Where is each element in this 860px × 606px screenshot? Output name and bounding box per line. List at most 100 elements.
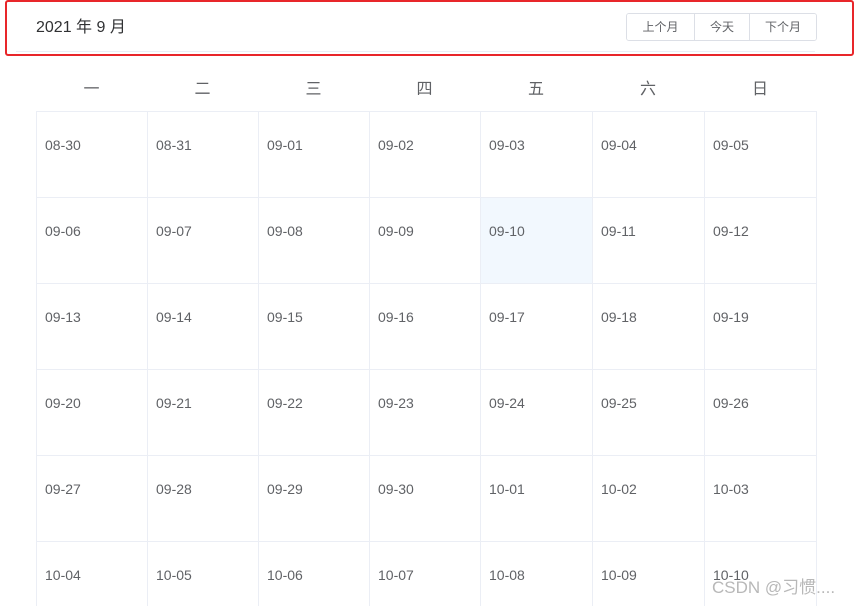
calendar-day-cell[interactable]: 09-09 <box>369 197 481 284</box>
calendar-day-label: 09-17 <box>489 309 525 325</box>
calendar-week-row: 10-04 10-05 10-06 10-07 10-08 10-09 10-10 <box>36 541 817 606</box>
calendar-day-cell[interactable]: 10-09 <box>592 541 705 606</box>
calendar-day-label: 09-09 <box>378 223 414 239</box>
calendar-day-label: 08-31 <box>156 137 192 153</box>
calendar-day-cell[interactable]: 08-30 <box>36 111 148 198</box>
calendar-day-label: 09-23 <box>378 395 414 411</box>
calendar-day-cell[interactable]: 09-29 <box>258 455 370 542</box>
calendar-day-label: 09-30 <box>378 481 414 497</box>
month-nav-button-group: 上个月 今天 下个月 <box>626 13 817 41</box>
calendar-day-cell[interactable]: 09-27 <box>36 455 148 542</box>
weekday-label: 日 <box>751 81 768 98</box>
calendar-day-label: 09-16 <box>378 309 414 325</box>
watermark: CSDN @习惯.... <box>712 578 836 597</box>
calendar-day-label: 09-07 <box>156 223 192 239</box>
weekday-label: 二 <box>194 81 211 98</box>
calendar-day-cell[interactable]: 09-06 <box>36 197 148 284</box>
calendar-day-label: 09-19 <box>713 309 749 325</box>
calendar-day-label: 09-14 <box>156 309 192 325</box>
calendar-day-cell[interactable]: 09-17 <box>480 283 593 370</box>
calendar-day-cell[interactable]: 09-10 <box>480 197 593 284</box>
weekday-label: 五 <box>527 81 544 98</box>
calendar-day-label: 09-22 <box>267 395 303 411</box>
calendar-day-cell[interactable]: 09-01 <box>258 111 370 198</box>
calendar-day-cell[interactable]: 09-08 <box>258 197 370 284</box>
calendar-day-label: 08-30 <box>45 137 81 153</box>
calendar-day-cell[interactable]: 10-06 <box>258 541 370 606</box>
calendar-day-cell[interactable]: 09-18 <box>592 283 705 370</box>
calendar-day-label: 09-10 <box>489 223 525 239</box>
calendar-day-label: 09-24 <box>489 395 525 411</box>
calendar-day-cell[interactable]: 10-02 <box>592 455 705 542</box>
calendar-day-label: 09-18 <box>601 309 637 325</box>
calendar-day-label: 10-06 <box>267 567 303 583</box>
weekday-label: 四 <box>416 81 433 98</box>
calendar-day-cell[interactable]: 09-19 <box>704 283 817 370</box>
today-button[interactable]: 今天 <box>694 14 749 40</box>
calendar-day-label: 09-08 <box>267 223 303 239</box>
calendar-day-cell[interactable]: 09-07 <box>147 197 259 284</box>
calendar-day-label: 09-02 <box>378 137 414 153</box>
weekday-label: 六 <box>639 81 656 98</box>
weekday-label: 三 <box>305 81 322 98</box>
calendar-day-label: 10-08 <box>489 567 525 583</box>
calendar-day-cell[interactable]: 09-14 <box>147 283 259 370</box>
calendar-day-cell[interactable]: 10-04 <box>36 541 148 606</box>
calendar-day-cell[interactable]: 09-20 <box>36 369 148 456</box>
calendar-day-label: 10-10 <box>713 567 749 583</box>
calendar-day-label: 10-07 <box>378 567 414 583</box>
calendar-day-label: 09-05 <box>713 137 749 153</box>
calendar-day-cell[interactable]: 09-23 <box>369 369 481 456</box>
calendar-day-cell[interactable]: 09-12 <box>704 197 817 284</box>
calendar-day-label: 09-26 <box>713 395 749 411</box>
calendar-day-cell[interactable]: 09-11 <box>592 197 705 284</box>
month-title: 2021 年 9 月 <box>36 19 126 36</box>
calendar-day-cell[interactable]: 10-05 <box>147 541 259 606</box>
calendar-day-cell[interactable]: 10-03 <box>704 455 817 542</box>
calendar-day-cell[interactable]: 09-26 <box>704 369 817 456</box>
calendar-day-cell[interactable]: 09-24 <box>480 369 593 456</box>
calendar-grid: 08-30 08-31 09-01 09-02 09-03 09-04 09-05 09-06… <box>36 111 817 606</box>
calendar-day-label: 10-03 <box>713 481 749 497</box>
prev-month-button[interactable]: 上个月 <box>627 14 694 40</box>
calendar-day-cell[interactable]: 09-13 <box>36 283 148 370</box>
calendar-day-label: 10-05 <box>156 567 192 583</box>
calendar-day-cell[interactable]: 10-07 <box>369 541 481 606</box>
calendar-day-label: 10-01 <box>489 481 525 497</box>
calendar-day-cell[interactable]: 08-31 <box>147 111 259 198</box>
calendar-day-label: 09-13 <box>45 309 81 325</box>
calendar-day-cell[interactable]: 09-16 <box>369 283 481 370</box>
calendar-day-label: 09-20 <box>45 395 81 411</box>
calendar-day-cell[interactable]: 09-28 <box>147 455 259 542</box>
calendar-day-cell[interactable]: 09-21 <box>147 369 259 456</box>
calendar-week-row: 09-20 09-21 09-22 09-23 09-24 09-25 09-26 <box>36 369 817 456</box>
calendar-day-label: 09-21 <box>156 395 192 411</box>
calendar-day-cell[interactable]: 09-02 <box>369 111 481 198</box>
calendar-day-label: 09-15 <box>267 309 303 325</box>
calendar-day-label: 10-02 <box>601 481 637 497</box>
calendar-day-cell[interactable]: 09-05 <box>704 111 817 198</box>
calendar-day-cell[interactable]: 09-04 <box>592 111 705 198</box>
calendar-day-label: 09-29 <box>267 481 303 497</box>
calendar-day-label: 09-03 <box>489 137 525 153</box>
calendar-day-cell[interactable]: 09-22 <box>258 369 370 456</box>
weekday-header-row: 一 二 三 四 五 六 日 <box>36 76 816 112</box>
calendar-day-label: 10-09 <box>601 567 637 583</box>
calendar-day-cell[interactable]: 09-15 <box>258 283 370 370</box>
calendar-day-label: 09-27 <box>45 481 81 497</box>
calendar-week-row: 09-06 09-07 09-08 09-09 09-10 09-11 09-12 <box>36 197 817 284</box>
calendar-day-cell[interactable]: 09-25 <box>592 369 705 456</box>
calendar-day-cell[interactable]: 09-30 <box>369 455 481 542</box>
calendar-week-row: 09-13 09-14 09-15 09-16 09-17 09-18 09-19 <box>36 283 817 370</box>
calendar-week-row: 09-27 09-28 09-29 09-30 10-01 10-02 10-03 <box>36 455 817 542</box>
calendar-day-label: 09-12 <box>713 223 749 239</box>
calendar-day-cell[interactable]: 09-03 <box>480 111 593 198</box>
next-month-button[interactable]: 下个月 <box>749 14 816 40</box>
calendar-week-row: 08-30 08-31 09-01 09-02 09-03 09-04 09-05 <box>36 111 817 198</box>
weekday-label: 一 <box>83 81 100 98</box>
calendar-day-label: 09-28 <box>156 481 192 497</box>
calendar-day-label: 10-04 <box>45 567 81 583</box>
calendar-day-cell[interactable]: 10-08 <box>480 541 593 606</box>
calendar-day-cell[interactable]: 10-01 <box>480 455 593 542</box>
calendar-day-label: 09-11 <box>601 223 636 239</box>
